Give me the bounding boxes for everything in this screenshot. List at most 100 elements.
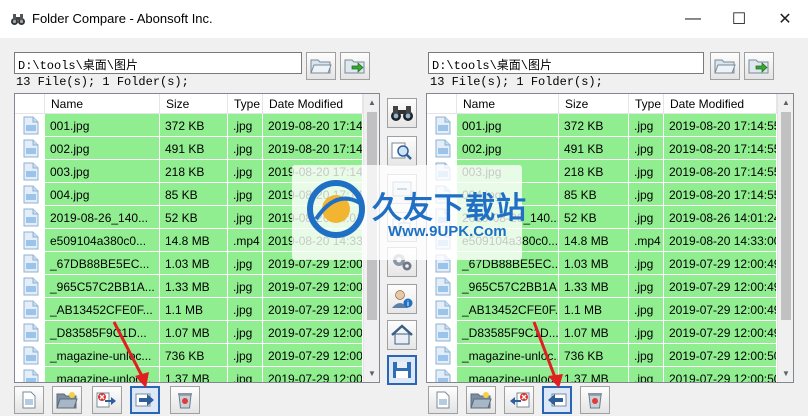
cell-type: .jpg [629,114,664,137]
file-icon-cell [427,367,457,382]
copy-left-to-right-button[interactable] [130,386,160,414]
cell-size: 491 KB [160,137,228,160]
file-icon [435,300,451,319]
table-row[interactable]: 001.jpg372 KB.jpg2019-08-20 17:14:55 [427,114,777,137]
title-bar: Folder Compare - Abonsoft Inc. — ☐ ✕ [0,0,808,38]
column-header-type[interactable]: Type [629,94,664,114]
left-move-delete-button[interactable] [92,386,122,414]
site-logo-icon [307,180,365,238]
copy-right-to-left-button[interactable] [542,386,572,414]
left-new-folder-button[interactable] [52,386,82,414]
home-button[interactable] [387,320,417,350]
right-browse-button[interactable] [710,52,740,80]
left-path-input[interactable]: D:\tools\桌面\图片 [14,52,302,74]
icon-column-header [427,94,457,114]
table-row[interactable]: _D83585F9C1D... 1.07 MB .jpg 2019-07-29 12:… [15,321,363,344]
scroll-down-arrow-icon[interactable]: ▼ [364,365,379,382]
cell-date: 2019-07-29 12:00:50 [263,344,363,367]
right-move-delete-button[interactable] [504,386,534,414]
folder-go-icon [748,59,769,74]
right-open-explorer-button[interactable] [744,52,774,80]
move-delete-icon [510,392,530,408]
about-button[interactable]: i [387,284,417,314]
cell-type: .jpg [629,321,664,344]
cell-size: 85 KB [559,183,629,206]
table-row[interactable]: 002.jpg491 KB.jpg2019-08-20 17:14:55 [15,137,363,160]
table-row[interactable]: _D83585F9C1D... 1.07 MB .jpg 2019-07-29 12:… [427,321,777,344]
table-row[interactable]: _magazine-unloc... 1.37 MB .jpg 2019-07-29 … [15,367,363,382]
right-new-folder-button[interactable] [466,386,496,414]
left-delete-button[interactable] [170,386,200,414]
file-icon [23,300,39,319]
cell-type: .jpg [228,321,263,344]
find-differences-button[interactable] [387,136,417,166]
right-vertical-scrollbar[interactable]: ▲ ▼ [777,94,793,382]
left-open-explorer-button[interactable] [340,52,370,80]
file-icon [435,369,451,382]
cell-size: 1.07 MB [160,321,228,344]
cell-date: 2019-08-20 17:14:55 [664,114,777,137]
scroll-thumb[interactable] [781,112,791,320]
watermark-url: Www.9UPK.Com [388,223,507,240]
close-button[interactable]: ✕ [762,0,808,38]
cell-size: 1.07 MB [559,321,629,344]
file-icon [23,254,39,273]
arrow-left-icon [548,393,567,407]
document-icon [436,391,450,409]
cell-name: 001.jpg [45,114,160,137]
file-icon-cell [15,137,45,160]
minimize-button[interactable]: — [670,0,716,38]
file-icon-cell [15,298,45,321]
left-browse-button[interactable] [306,52,336,80]
cell-name: 002.jpg [457,137,559,160]
file-icon [435,323,451,342]
cell-size: 52 KB [160,206,228,229]
cell-date: 2019-08-20 17:14:55 [664,183,777,206]
right-path-input[interactable]: D:\tools\桌面\图片 [428,52,704,74]
cell-type: .jpg [228,367,263,382]
save-report-button[interactable] [387,355,417,385]
scroll-down-arrow-icon[interactable]: ▼ [778,365,793,382]
cell-size: 218 KB [160,160,228,183]
table-row[interactable]: _AB13452CFE0F... 1.1 MB .jpg 2019-07-29 12:… [15,298,363,321]
cell-type: .jpg [629,344,664,367]
cell-name: _965C57C2BB1A... [457,275,559,298]
right-status-text: 13 File(s); 1 Folder(s); [430,75,603,89]
compare-button[interactable] [387,98,417,128]
file-icon [23,185,39,204]
right-new-document-button[interactable] [428,386,458,414]
scroll-up-arrow-icon[interactable]: ▲ [778,94,793,111]
file-icon-cell [15,160,45,183]
right-delete-button[interactable] [580,386,610,414]
cell-type: .mp4 [629,229,664,252]
column-header-size[interactable]: Size [559,94,629,114]
table-row[interactable]: 002.jpg491 KB.jpg2019-08-20 17:14:55 [427,137,777,160]
column-header-date[interactable]: Date Modified [664,94,777,114]
file-icon-cell [15,344,45,367]
table-row[interactable]: 001.jpg372 KB.jpg2019-08-20 17:14:55 [15,114,363,137]
cell-size: 1.33 MB [160,275,228,298]
cell-type: .jpg [629,298,664,321]
file-icon [23,277,39,296]
column-header-type[interactable]: Type [228,94,263,114]
table-row[interactable]: _965C57C2BB1A... 1.33 MB .jpg 2019-07-29 12… [15,275,363,298]
column-header-name[interactable]: Name [45,94,160,114]
column-header-size[interactable]: Size [160,94,228,114]
column-header-name[interactable]: Name [457,94,559,114]
table-row[interactable]: _965C57C2BB1A... 1.33 MB .jpg 2019-07-29 12… [427,275,777,298]
table-row[interactable]: _AB13452CFE0F... 1.1 MB .jpg 2019-07-29 12:… [427,298,777,321]
cell-name: _D83585F9C1D... [457,321,559,344]
cell-date: 2019-07-29 12:00:49 [263,298,363,321]
table-row[interactable]: _magazine-unloc... 1.37 MB .jpg 2019-07-29 … [427,367,777,382]
table-row[interactable]: _magazine-unloc... 736 KB .jpg 2019-07-29 1… [15,344,363,367]
cell-name: 2019-08-26_140... [45,206,160,229]
cell-date: 2019-07-29 12:00:50 [664,367,777,382]
cell-type: .jpg [228,275,263,298]
new-folder-icon [56,392,78,409]
column-header-date[interactable]: Date Modified [263,94,363,114]
cell-type: .jpg [228,160,263,183]
maximize-button[interactable]: ☐ [716,0,762,38]
left-new-document-button[interactable] [14,386,44,414]
scroll-up-arrow-icon[interactable]: ▲ [364,94,379,111]
table-row[interactable]: _magazine-unloc... 736 KB .jpg 2019-07-29 1… [427,344,777,367]
